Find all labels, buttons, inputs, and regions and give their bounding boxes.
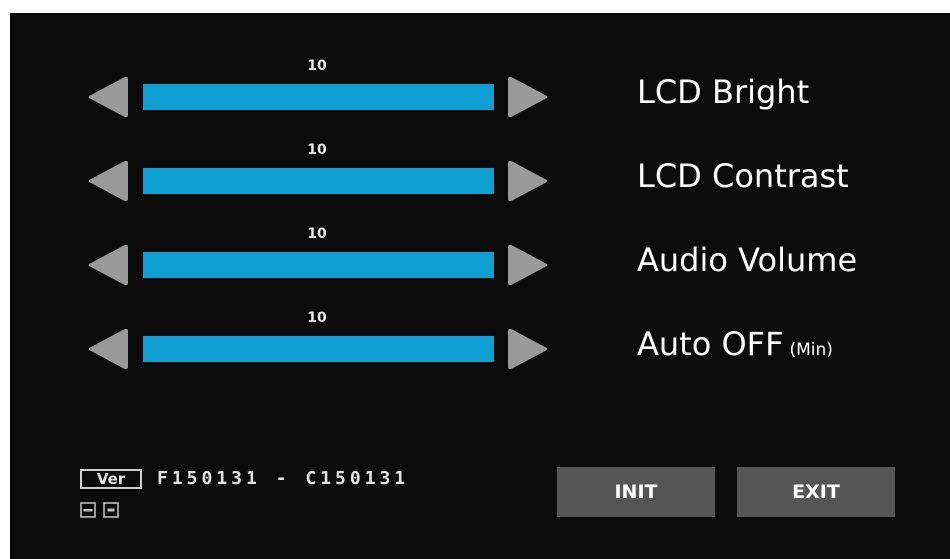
firmware-icon [103, 502, 119, 518]
setting-label-text: LCD Bright [637, 73, 810, 111]
increase-arrow-icon[interactable] [506, 243, 550, 287]
increase-arrow-icon[interactable] [506, 327, 550, 371]
decrease-arrow-icon[interactable] [86, 327, 130, 371]
setting-label: LCD Contrast [637, 156, 849, 196]
version-text: F150131 - C150131 [157, 468, 410, 489]
slider-fill [143, 168, 494, 194]
increase-arrow-icon[interactable] [506, 159, 550, 203]
setting-row-lcd-contrast: 10 LCD Contrast [10, 142, 950, 222]
settings-screen: 10 LCD Bright 10 LCD Contrast 10 Audio V… [10, 13, 950, 559]
increase-arrow-icon[interactable] [506, 75, 550, 119]
setting-label-text: Audio Volume [637, 241, 858, 279]
slider-fill [143, 252, 494, 278]
slider-fill [143, 336, 494, 362]
exit-button[interactable]: EXIT [737, 467, 895, 517]
decrease-arrow-icon[interactable] [86, 75, 130, 119]
decrease-arrow-icon[interactable] [86, 243, 130, 287]
setting-label: Audio Volume [637, 240, 857, 280]
setting-value: 10 [307, 226, 327, 242]
lcd-bright-slider[interactable] [143, 84, 494, 110]
setting-unit: (Min) [789, 340, 833, 360]
decrease-arrow-icon[interactable] [86, 159, 130, 203]
setting-value: 10 [307, 142, 327, 158]
version-tag: Ver [80, 469, 142, 489]
setting-label: Auto OFF (Min) [637, 324, 833, 370]
setting-label-text: Auto OFF [637, 325, 784, 363]
setting-row-audio-volume: 10 Audio Volume [10, 226, 950, 306]
init-button[interactable]: INIT [557, 467, 715, 517]
setting-value: 10 [307, 58, 327, 74]
slider-fill [143, 84, 494, 110]
version-info: Ver F150131 - C150131 [80, 465, 500, 525]
setting-label-text: LCD Contrast [637, 157, 849, 195]
audio-volume-slider[interactable] [143, 252, 494, 278]
lcd-contrast-slider[interactable] [143, 168, 494, 194]
setting-label: LCD Bright [637, 72, 809, 112]
setting-row-lcd-bright: 10 LCD Bright [10, 58, 950, 138]
setting-row-auto-off: 10 Auto OFF (Min) [10, 310, 950, 390]
auto-off-slider[interactable] [143, 336, 494, 362]
lcd-board-icon [80, 502, 96, 518]
setting-value: 10 [307, 310, 327, 326]
